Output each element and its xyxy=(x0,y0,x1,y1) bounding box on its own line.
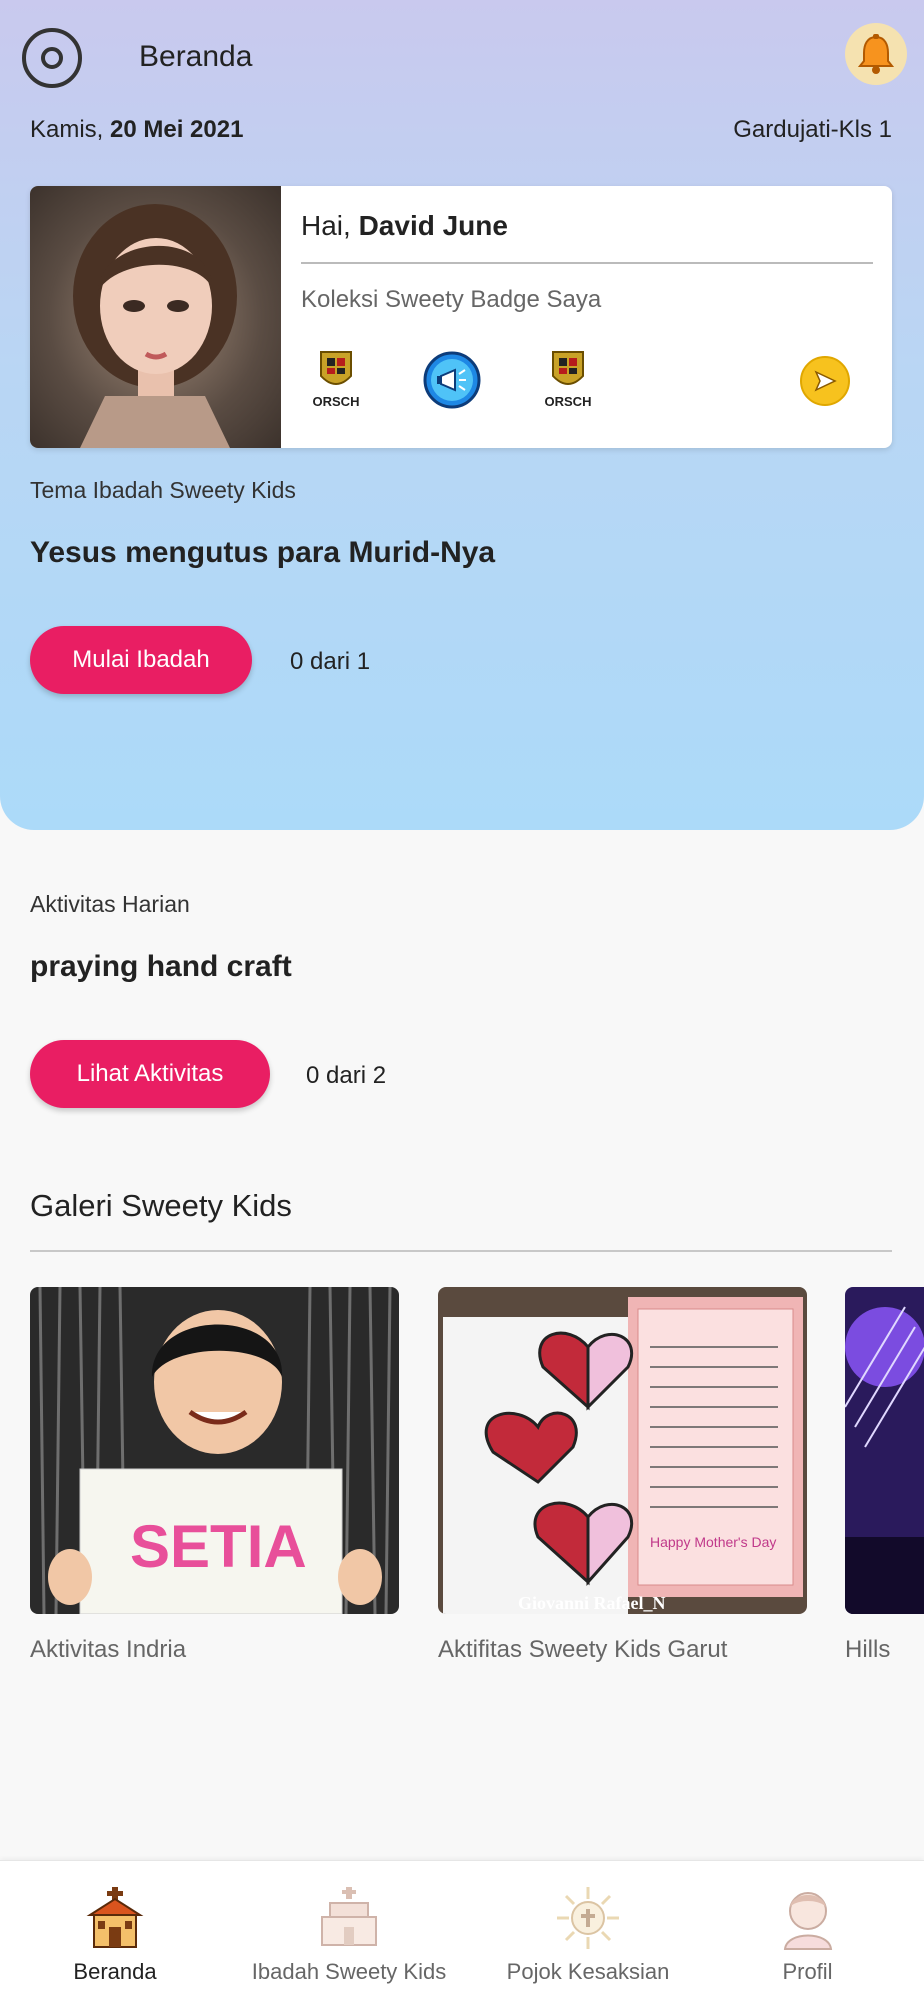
nav-label: Profil xyxy=(782,1959,833,1984)
nav-item-ibadah-sweety-kids[interactable]: Ibadah Sweety Kids xyxy=(244,1861,454,2000)
gallery-image[interactable]: Happy Mother's Day Giovanni Rafael_N xyxy=(438,1287,807,1614)
gallery-carousel[interactable]: SETIA Aktivitas Indria Happy Mother's Da… xyxy=(30,1287,924,1677)
notification-bell-icon[interactable] xyxy=(845,23,907,85)
child-avatar-icon xyxy=(773,1883,843,1953)
activity-caption: Aktivitas Harian xyxy=(30,891,190,917)
gallery-image[interactable] xyxy=(845,1287,924,1614)
megaphone-badge-icon[interactable] xyxy=(417,348,487,418)
church-cake-icon xyxy=(314,1883,384,1953)
gallery-image[interactable]: SETIA xyxy=(30,1287,399,1614)
svg-text:ORSCH: ORSCH xyxy=(313,394,360,409)
activity-progress: 0 dari 2 xyxy=(306,1062,387,1089)
class-label: Gardujati-Kls 1 xyxy=(733,116,892,143)
gallery-title: Galeri Sweety Kids xyxy=(30,1188,292,1223)
badge-collection-title: Koleksi Sweety Badge Saya xyxy=(301,286,602,313)
view-activity-button[interactable]: Lihat Aktivitas xyxy=(30,1040,270,1108)
send-arrow-icon[interactable] xyxy=(800,356,850,406)
gallery-item[interactable]: Hills xyxy=(845,1287,924,1664)
badge-list: ORSCH ORSCH xyxy=(301,348,603,418)
nav-item-beranda[interactable]: Beranda xyxy=(45,1861,185,2000)
bottom-navigation: Beranda Ibadah Sweety Kids Pojok Kesaksi… xyxy=(0,1860,924,2000)
svg-text:ORSCH: ORSCH xyxy=(545,394,592,409)
greeting: Hai, David June xyxy=(301,210,508,241)
porsche-crest-icon[interactable]: ORSCH xyxy=(301,348,371,418)
avatar[interactable] xyxy=(30,186,281,448)
start-worship-button[interactable]: Mulai Ibadah xyxy=(30,626,252,694)
svg-text:SETIA: SETIA xyxy=(130,1513,307,1580)
nav-label: Pojok Kesaksian xyxy=(506,1959,670,1984)
sun-cross-icon xyxy=(553,1883,623,1953)
gallery-caption: Aktifitas Sweety Kids Garut xyxy=(438,1636,728,1663)
worship-progress: 0 dari 1 xyxy=(290,648,371,675)
gallery-item[interactable]: Happy Mother's Day Giovanni Rafael_N Akt… xyxy=(438,1287,807,1664)
record-target-icon[interactable] xyxy=(22,28,82,88)
nav-item-profil[interactable]: Profil xyxy=(740,1861,875,2000)
nav-label: Ibadah Sweety Kids xyxy=(251,1959,447,1984)
profile-card: Hai, David June Koleksi Sweety Badge Say… xyxy=(30,186,892,448)
nav-item-pojok-kesaksian[interactable]: Pojok Kesaksian xyxy=(483,1861,693,2000)
hero-section: Beranda Kamis, 20 Mei 2021 Gardujati-Kls… xyxy=(0,0,924,830)
gallery-divider xyxy=(30,1250,892,1252)
theme-caption: Tema Ibadah Sweety Kids xyxy=(30,477,296,503)
gallery-caption: Hills xyxy=(845,1636,891,1663)
page-title: Beranda xyxy=(139,40,253,73)
card-divider xyxy=(301,262,873,264)
svg-text:Giovanni Rafael_N: Giovanni Rafael_N xyxy=(518,1593,666,1613)
activity-title: praying hand craft xyxy=(30,950,292,983)
nav-label: Beranda xyxy=(73,1959,157,1984)
theme-title: Yesus mengutus para Murid-Nya xyxy=(30,536,496,569)
current-date: Kamis, 20 Mei 2021 xyxy=(30,116,244,143)
gallery-caption: Aktivitas Indria xyxy=(30,1636,187,1663)
home-screen: Beranda Kamis, 20 Mei 2021 Gardujati-Kls… xyxy=(0,0,924,2000)
church-icon xyxy=(80,1883,150,1953)
gallery-item[interactable]: SETIA Aktivitas Indria xyxy=(30,1287,399,1664)
svg-text:Happy Mother's Day: Happy Mother's Day xyxy=(650,1534,776,1550)
porsche-crest-icon[interactable]: ORSCH xyxy=(533,348,603,418)
